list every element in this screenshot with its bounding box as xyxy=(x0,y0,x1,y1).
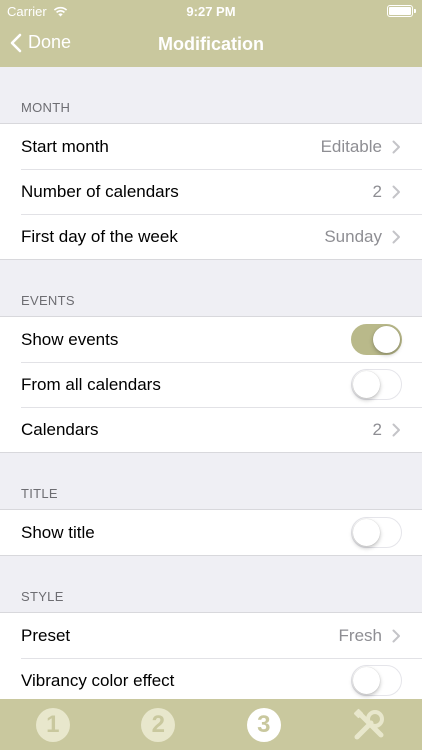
row-value: Fresh xyxy=(338,625,382,645)
section-group: Preset Fresh Vibrancy color effect xyxy=(0,612,422,699)
top-bar: Carrier 9:27 PM Done Modification xyxy=(0,0,422,67)
row-label: From all calendars xyxy=(21,374,161,394)
tab-number-badge: 3 xyxy=(246,707,281,742)
tab-number: 1 xyxy=(46,710,60,738)
row-value: 2 xyxy=(372,419,382,439)
page-title: Modification xyxy=(158,34,264,54)
settings-row-number-of-calendars[interactable]: Number of calendars 2 xyxy=(0,169,422,214)
row-label: Show title xyxy=(21,522,95,542)
settings-row-start-month[interactable]: Start month Editable xyxy=(0,124,422,169)
section-group: Start month Editable Number of calendars 2 F… xyxy=(0,123,422,260)
settings-row-preset[interactable]: Preset Fresh xyxy=(0,613,422,658)
section-group: Show title xyxy=(0,509,422,556)
row-label: Start month xyxy=(21,136,109,156)
row-label: First day of the week xyxy=(21,226,178,246)
tab-number-badge: 2 xyxy=(141,707,176,742)
row-label: Preset xyxy=(21,625,71,645)
battery-icon xyxy=(387,5,416,17)
section-header-title: TITLE xyxy=(21,486,58,501)
row-label: Vibrancy color effect xyxy=(21,670,175,690)
row-value: Editable xyxy=(320,136,382,156)
row-value: Sunday xyxy=(324,226,382,246)
settings-row-vibrancy-color-effect[interactable]: Vibrancy color effect xyxy=(0,658,422,699)
row-label: Calendars xyxy=(21,419,99,439)
settings-list: MONTH Start month Editable Number of calend… xyxy=(0,67,422,699)
tools-icon xyxy=(354,708,385,739)
section-group: Show events From all calendars Calendars 2 xyxy=(0,316,422,453)
section-header-style: STYLE xyxy=(21,589,64,604)
settings-row-from-all-calendars[interactable]: From all calendars xyxy=(0,362,422,407)
settings-row-first-day-of-the-week[interactable]: First day of the week Sunday xyxy=(0,214,422,259)
chevron-right-icon xyxy=(392,629,400,642)
tab-3[interactable]: 3 xyxy=(211,699,317,750)
row-label: Show events xyxy=(21,329,119,349)
chevron-right-icon xyxy=(392,230,400,243)
row-value: 2 xyxy=(372,181,382,201)
settings-row-calendars[interactable]: Calendars 2 xyxy=(0,407,422,452)
toggle-knob xyxy=(353,371,380,398)
show-title-toggle[interactable] xyxy=(351,517,402,548)
tab-2[interactable]: 2 xyxy=(106,699,212,750)
tab-bar: 1 2 3 xyxy=(0,699,422,750)
toggle-knob xyxy=(353,519,380,546)
settings-row-show-events[interactable]: Show events xyxy=(0,317,422,362)
chevron-right-icon xyxy=(392,423,400,436)
vibrancy-color-effect-toggle[interactable] xyxy=(351,665,402,696)
toggle-knob xyxy=(353,667,380,694)
chevron-right-icon xyxy=(392,185,400,198)
tab-number-badge: 1 xyxy=(35,707,70,742)
navigation-bar: Done Modification xyxy=(0,22,422,66)
from-all-calendars-toggle[interactable] xyxy=(351,369,402,400)
tab-tools[interactable] xyxy=(317,699,422,750)
show-events-toggle[interactable] xyxy=(351,324,402,355)
tab-number: 2 xyxy=(151,710,165,738)
tab-1[interactable]: 1 xyxy=(0,699,106,750)
section-header-month: MONTH xyxy=(21,100,71,115)
status-time: 9:27 PM xyxy=(186,4,236,19)
toggle-knob xyxy=(373,326,400,353)
status-bar: Carrier 9:27 PM xyxy=(0,0,422,22)
settings-row-show-title[interactable]: Show title xyxy=(0,510,422,555)
section-header-events: EVENTS xyxy=(21,293,75,308)
row-label: Number of calendars xyxy=(21,181,179,201)
tab-number: 3 xyxy=(257,710,271,738)
chevron-right-icon xyxy=(392,140,400,153)
